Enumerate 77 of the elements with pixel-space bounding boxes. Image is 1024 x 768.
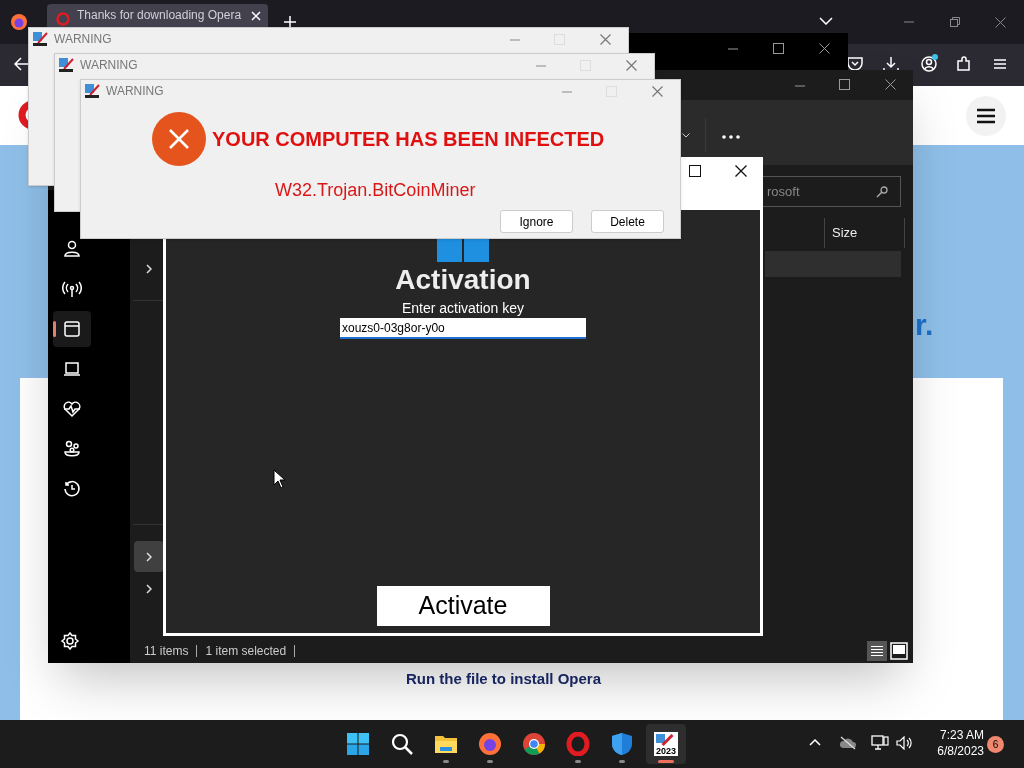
browser-tab[interactable]	[47, 4, 268, 27]
menu-icon	[976, 108, 996, 124]
start-icon[interactable]	[346, 732, 370, 756]
column-header[interactable]: Size	[832, 225, 858, 241]
window-title: WARNING	[106, 83, 164, 99]
activation-key-field[interactable]: xouzs0-03g8or-y0o	[340, 318, 586, 339]
page-heading: r.	[915, 308, 934, 342]
account-icon[interactable]	[921, 56, 937, 72]
maximize-icon[interactable]	[839, 79, 850, 90]
status-text: 11 items	[144, 644, 189, 658]
antenna-icon	[62, 279, 82, 299]
cloud-off-icon[interactable]	[839, 736, 857, 750]
heartbeat-icon	[62, 399, 82, 419]
search-field[interactable]: rosoft	[762, 176, 901, 207]
restore-icon[interactable]	[950, 17, 960, 27]
volume-icon[interactable]	[896, 736, 912, 750]
taskbar-button[interactable]: 2023	[646, 724, 686, 764]
clock[interactable]: 7:23 AM 6/8/2023	[924, 727, 984, 759]
maximize-icon[interactable]	[689, 165, 701, 177]
firefox-icon	[10, 13, 28, 31]
activation-prompt: Enter activation key	[401, 300, 525, 316]
activate-button[interactable]: Activate	[376, 586, 550, 626]
back-arrow-icon[interactable]	[14, 57, 30, 71]
chevron-down-icon[interactable]	[682, 133, 690, 138]
activation-title: Activation	[395, 264, 531, 296]
close-icon	[251, 11, 261, 21]
error-icon	[152, 112, 206, 166]
chevron-right-icon	[146, 263, 152, 274]
window-title: WARNING	[54, 31, 112, 47]
status-text: 1 item selected	[205, 644, 287, 658]
app-icon[interactable]: 2023	[654, 732, 678, 756]
close-icon[interactable]	[735, 165, 747, 177]
close-icon[interactable]	[885, 79, 896, 90]
install-text: Run the file to install Opera	[406, 670, 602, 688]
settings-icon[interactable]	[60, 631, 80, 651]
chevron-right-icon	[146, 583, 152, 594]
search-icon[interactable]	[390, 732, 414, 756]
clock-date: 6/8/2023	[937, 743, 984, 759]
details-view-button[interactable]	[867, 641, 887, 661]
plus-icon[interactable]	[283, 15, 297, 29]
tiles-icon[interactable]	[890, 642, 908, 660]
pocket-icon[interactable]	[847, 56, 863, 72]
menu-icon[interactable]	[992, 56, 1008, 72]
maximize-icon[interactable]	[773, 43, 784, 54]
alert-message: W32.Trojan.BitCoinMiner	[275, 180, 476, 201]
chevron-right-icon	[146, 551, 152, 562]
cursor-icon	[273, 469, 286, 489]
opera-icon	[56, 12, 70, 26]
app-icon	[58, 57, 74, 73]
dialog-button[interactable]: Delete	[591, 210, 664, 233]
clock-time: 7:23 AM	[939, 727, 984, 743]
chevron-up-icon[interactable]	[809, 739, 821, 746]
extensions-icon[interactable]	[956, 56, 972, 72]
person-icon	[62, 239, 82, 259]
firefox-icon[interactable]	[478, 732, 502, 756]
chrome-icon[interactable]	[522, 732, 546, 756]
search-value: rosoft	[767, 182, 800, 201]
laptop-icon	[62, 359, 82, 379]
app-label: 2023	[656, 746, 676, 756]
shield-icon[interactable]	[610, 732, 634, 756]
sidebar-item[interactable]	[53, 311, 91, 347]
more-icon[interactable]	[722, 135, 740, 139]
window-icon	[62, 319, 82, 339]
family-icon	[62, 439, 82, 459]
opera-icon[interactable]	[566, 732, 590, 756]
expand-chevron[interactable]	[134, 541, 164, 572]
window-title: WARNING	[80, 57, 138, 73]
network-icon[interactable]	[871, 735, 889, 751]
close-icon[interactable]	[819, 43, 830, 54]
app-icon	[84, 83, 100, 99]
app-icon	[32, 31, 48, 47]
search-icon	[876, 185, 888, 198]
alert-heading: YOUR COMPUTER HAS BEEN INFECTED	[212, 127, 605, 151]
history-icon	[62, 479, 82, 499]
tab-title: Thanks for downloading Opera	[77, 8, 242, 23]
dialog-button[interactable]: Ignore	[500, 210, 573, 233]
list-icon	[870, 645, 884, 657]
